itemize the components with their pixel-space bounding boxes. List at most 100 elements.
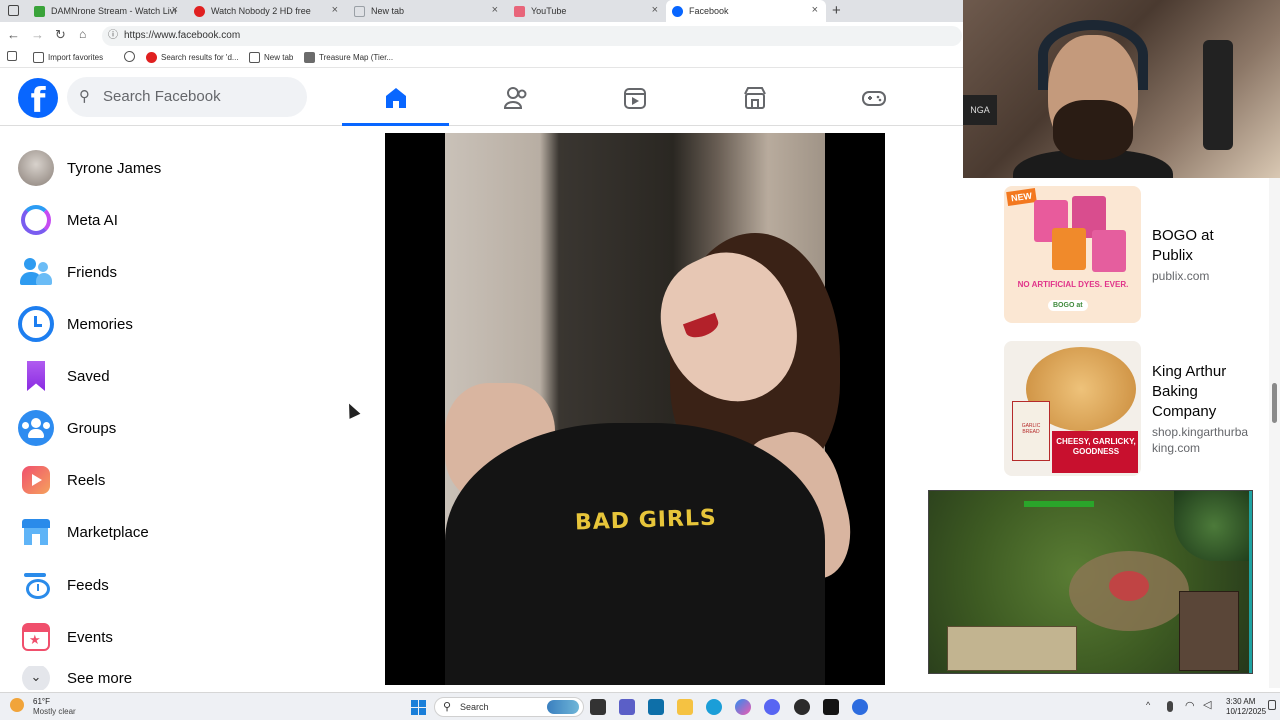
- weather-icon: [10, 698, 24, 712]
- search-icon: ⚲: [79, 88, 90, 105]
- tab-new-tab[interactable]: New tab ×: [348, 0, 506, 22]
- ad-domain-king-arthur[interactable]: shop.kingarthurbaking.com: [1152, 424, 1252, 456]
- obs-icon[interactable]: [794, 699, 810, 715]
- facebook-search-input[interactable]: ⚲ Search Facebook: [67, 77, 307, 117]
- back-icon[interactable]: ←: [7, 27, 20, 42]
- ad-title-publix[interactable]: BOGO at Publix: [1152, 226, 1252, 266]
- home-icon[interactable]: [383, 85, 409, 111]
- reload-icon[interactable]: ↻: [55, 27, 66, 43]
- ad-image-publix[interactable]: NEW NO ARTIFICIAL DYES. EVER. BOGO at: [1004, 186, 1141, 323]
- bookmark-treasure-map[interactable]: Treasure Map (Tier...: [304, 52, 393, 63]
- windows-taskbar: 61°F Mostly clear ⚲ Search ^ ◠ ◁ 3:30 AM…: [0, 692, 1280, 720]
- groups-icon: [18, 410, 54, 446]
- sidebar-item-saved[interactable]: Saved: [18, 356, 318, 396]
- close-tab-icon[interactable]: ×: [812, 4, 818, 16]
- reels-icon: [22, 466, 50, 494]
- ad-title-king-arthur[interactable]: King Arthur Baking Company: [1152, 362, 1252, 422]
- close-tab-icon[interactable]: ×: [652, 4, 658, 16]
- page-icon: [249, 52, 260, 63]
- sidebar-item-marketplace[interactable]: Marketplace: [18, 512, 318, 552]
- chevron-down-icon: ⌄: [22, 666, 50, 690]
- marketplace-icon[interactable]: [742, 85, 768, 111]
- clock-date[interactable]: 10/12/2025: [1226, 707, 1266, 716]
- ad-domain-publix[interactable]: publix.com: [1152, 268, 1252, 284]
- runelite-icon[interactable]: [823, 699, 839, 715]
- webcam-overlay: NGA: [963, 0, 1280, 178]
- home-browser-icon[interactable]: ⌂: [79, 27, 86, 41]
- sidebar-item-friends[interactable]: Friends: [18, 252, 318, 292]
- sidebar-item-events[interactable]: ★ Events: [18, 617, 318, 657]
- copilot-icon[interactable]: [735, 699, 751, 715]
- site-info-icon[interactable]: ⓘ: [108, 26, 118, 46]
- microphone-icon[interactable]: [1167, 701, 1173, 712]
- ad-image-king-arthur[interactable]: GARLIC BREAD CHEESY, GARLICKY, GOODNESS: [1004, 341, 1141, 476]
- youtube-bookmark-icon: [146, 52, 157, 63]
- sidebar-see-more[interactable]: ⌄ See more: [18, 666, 318, 690]
- ad-product-label: GARLIC BREAD: [1021, 423, 1041, 435]
- sidebar-item-reels[interactable]: Reels: [18, 460, 318, 500]
- avatar: [18, 150, 54, 186]
- app-icon[interactable]: [852, 699, 868, 715]
- window-menu-icon[interactable]: [8, 5, 19, 16]
- edge-icon[interactable]: [706, 699, 722, 715]
- webcam-wall-sign: NGA: [963, 95, 997, 125]
- sidebar-item-memories[interactable]: Memories: [18, 304, 318, 344]
- facebook-favicon-icon: [672, 5, 683, 17]
- sidebar-item-profile[interactable]: Tyrone James: [18, 148, 318, 188]
- sidebar-item-meta-ai[interactable]: Meta AI: [18, 200, 318, 240]
- bookmarks-bar: Import favorites Search results for 'd..…: [0, 48, 963, 68]
- tab-youtube[interactable]: YouTube ×: [508, 0, 666, 22]
- import-icon: [33, 52, 44, 63]
- game-capture-overlay: [928, 490, 1253, 674]
- clock-time[interactable]: 3:30 AM: [1226, 697, 1255, 706]
- task-view-icon[interactable]: [590, 699, 606, 715]
- reading-list-icon[interactable]: [7, 51, 17, 61]
- browser-tab-strip: DAMNrone Stream - Watch Live × Watch Nob…: [0, 0, 963, 22]
- scrollbar-thumb[interactable]: [1272, 383, 1277, 423]
- saved-icon: [18, 358, 54, 394]
- tray-chevron-icon[interactable]: ^: [1146, 700, 1150, 710]
- teams-icon[interactable]: [619, 699, 635, 715]
- twitch-favicon-icon: [34, 5, 45, 17]
- sidebar-item-groups[interactable]: Groups: [18, 408, 318, 448]
- shirt-print-text: BAD GIRLS: [574, 505, 718, 536]
- meta-ai-icon: [21, 205, 51, 235]
- notification-icon[interactable]: [1268, 700, 1276, 710]
- bookmark-new-tab[interactable]: New tab: [249, 52, 293, 63]
- facebook-logo-icon[interactable]: f: [18, 78, 58, 118]
- gaming-icon[interactable]: [861, 85, 887, 111]
- bookmark-import-favorites[interactable]: Import favorites: [33, 52, 103, 63]
- active-tab-indicator: [342, 123, 449, 126]
- search-highlight-image: [547, 700, 579, 714]
- tab-watch-nobody[interactable]: Watch Nobody 2 HD free ×: [188, 0, 346, 22]
- bookmark-search-results[interactable]: Search results for 'd...: [146, 52, 239, 63]
- taskbar-search[interactable]: ⚲ Search: [434, 697, 584, 717]
- close-tab-icon[interactable]: ×: [492, 4, 498, 16]
- events-icon: ★: [22, 623, 50, 651]
- video-icon[interactable]: [622, 85, 648, 111]
- volume-icon[interactable]: ◁: [1203, 698, 1211, 711]
- page-scrollbar[interactable]: [1269, 178, 1280, 688]
- discord-icon[interactable]: [764, 699, 780, 715]
- streamer-beard: [1053, 100, 1133, 160]
- ad-bogo-badge: BOGO at: [1048, 300, 1088, 311]
- globe-icon[interactable]: [124, 51, 135, 62]
- reel-video-player[interactable]: BAD GIRLS: [385, 133, 885, 685]
- mouse-cursor: [343, 401, 361, 419]
- weather-widget[interactable]: 61°F Mostly clear: [10, 696, 110, 718]
- sidebar-item-feeds[interactable]: Feeds: [18, 565, 318, 605]
- new-tab-button[interactable]: +: [832, 2, 841, 19]
- tab-damnrone[interactable]: DAMNrone Stream - Watch Live ×: [28, 0, 186, 22]
- close-tab-icon[interactable]: ×: [172, 4, 178, 16]
- app-icon[interactable]: [648, 699, 664, 715]
- wifi-icon[interactable]: ◠: [1185, 699, 1195, 712]
- memories-icon: [18, 306, 54, 342]
- friends-icon[interactable]: [503, 85, 529, 111]
- forward-icon[interactable]: →: [31, 27, 44, 42]
- url-field[interactable]: ⓘ https://www.facebook.com: [102, 26, 962, 46]
- close-tab-icon[interactable]: ×: [332, 4, 338, 16]
- ad-tagline: NO ARTIFICIAL DYES. EVER.: [1017, 280, 1129, 289]
- start-button[interactable]: [411, 700, 426, 715]
- file-explorer-icon[interactable]: [677, 699, 693, 715]
- tab-facebook[interactable]: Facebook ×: [666, 0, 826, 22]
